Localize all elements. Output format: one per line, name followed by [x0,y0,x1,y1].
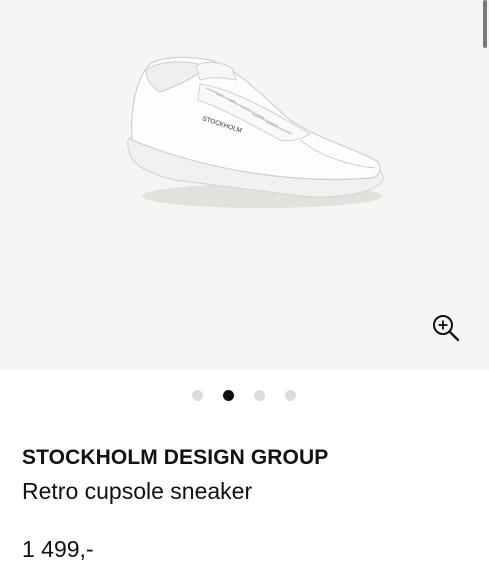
gallery-dot-1[interactable] [192,390,203,401]
zoom-in-icon [433,315,460,342]
zoom-button[interactable] [428,310,464,346]
product-image[interactable]: STOCKHOLM [0,0,489,370]
product-image-gallery[interactable]: STOCKHOLM [0,0,489,370]
gallery-dot-2[interactable] [223,390,234,401]
gallery-dot-4[interactable] [285,390,296,401]
gallery-dot-3[interactable] [254,390,265,401]
shoe-tongue [195,61,237,81]
gallery-pagination [192,390,296,401]
product-name: Retro cupsole sneaker [22,478,253,504]
product-price: 1 499,- [22,536,94,562]
product-brand[interactable]: STOCKHOLM DESIGN GROUP [22,446,328,470]
